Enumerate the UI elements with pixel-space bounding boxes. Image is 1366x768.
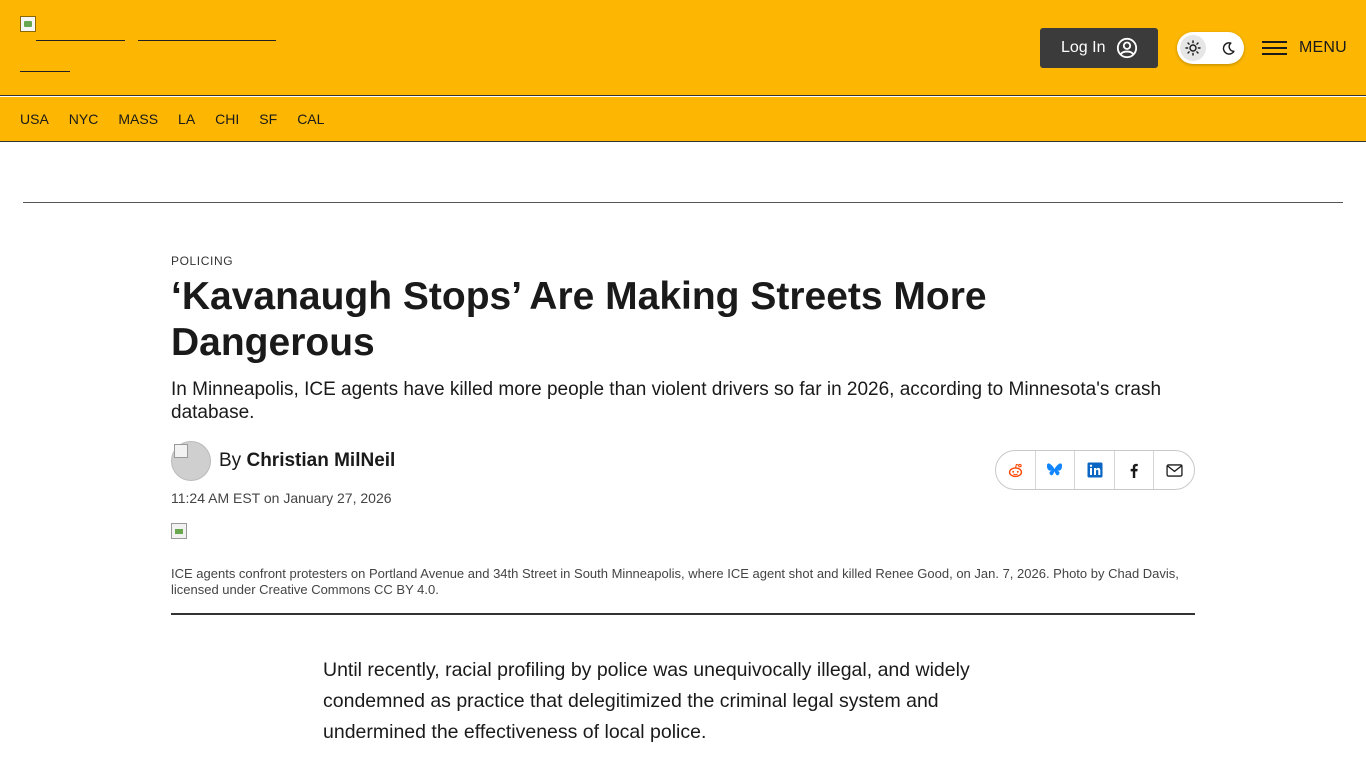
publish-timestamp: 11:24 AM EST on January 27, 2026 — [171, 490, 392, 506]
share-bluesky-button[interactable] — [1036, 451, 1076, 489]
share-buttons — [995, 450, 1195, 490]
city-nav-item-la[interactable]: LA — [178, 111, 195, 127]
sun-icon — [1185, 40, 1201, 56]
login-label: Log In — [1061, 39, 1106, 56]
city-nav-item-cal[interactable]: CAL — [297, 111, 324, 127]
author-name[interactable]: Christian MilNeil — [246, 450, 395, 471]
broken-image-icon — [174, 444, 188, 458]
login-button[interactable]: Log In — [1040, 28, 1158, 68]
logo-underline — [20, 71, 70, 72]
site-logo[interactable] — [20, 16, 280, 76]
moon-icon — [1222, 41, 1235, 55]
theme-toggle[interactable] — [1177, 32, 1244, 64]
menu-label: MENU — [1299, 39, 1347, 56]
menu-button[interactable]: MENU — [1262, 36, 1352, 60]
byline-text: By Christian MilNeil — [219, 450, 395, 472]
article-headline: ‘Kavanaugh Stops’ Are Making Streets Mor… — [171, 275, 987, 364]
city-nav-item-mass[interactable]: MASS — [118, 111, 158, 127]
linkedin-icon — [1087, 462, 1103, 478]
article-body-paragraph: Until recently, racial profiling by poli… — [323, 659, 970, 743]
lead-image — [171, 523, 187, 539]
city-nav-item-usa[interactable]: USA — [20, 111, 49, 127]
user-icon — [1116, 37, 1138, 59]
share-linkedin-button[interactable] — [1075, 451, 1115, 489]
image-caption: ICE agents confront protesters on Portla… — [171, 566, 1179, 597]
byline: By Christian MilNeil — [171, 441, 395, 481]
broken-image-icon — [20, 16, 36, 32]
hamburger-icon — [1262, 40, 1287, 56]
city-nav: USA NYC MASS LA CHI SF CAL — [0, 97, 1366, 142]
dark-mode-option[interactable] — [1215, 35, 1241, 61]
caption-divider — [171, 613, 1195, 615]
share-email-button[interactable] — [1154, 451, 1194, 489]
light-mode-option[interactable] — [1180, 35, 1206, 61]
share-facebook-button[interactable] — [1115, 451, 1155, 489]
article-subheadline: In Minneapolis, ICE agents have killed m… — [171, 379, 1162, 423]
city-nav-item-sf[interactable]: SF — [259, 111, 277, 127]
article-category[interactable]: POLICING — [171, 254, 233, 268]
section-divider — [23, 202, 1343, 203]
byline-prefix: By — [219, 450, 242, 471]
author-avatar[interactable] — [171, 441, 211, 481]
share-reddit-button[interactable] — [996, 451, 1036, 489]
bluesky-icon — [1047, 463, 1063, 476]
facebook-icon — [1130, 463, 1138, 478]
logo-underline — [138, 40, 276, 41]
city-nav-item-chi[interactable]: CHI — [215, 111, 239, 127]
email-icon — [1166, 463, 1183, 477]
site-header: Log In MENU — [0, 0, 1366, 96]
reddit-icon — [1008, 463, 1022, 477]
city-nav-item-nyc[interactable]: NYC — [69, 111, 99, 127]
logo-underline — [36, 40, 125, 41]
